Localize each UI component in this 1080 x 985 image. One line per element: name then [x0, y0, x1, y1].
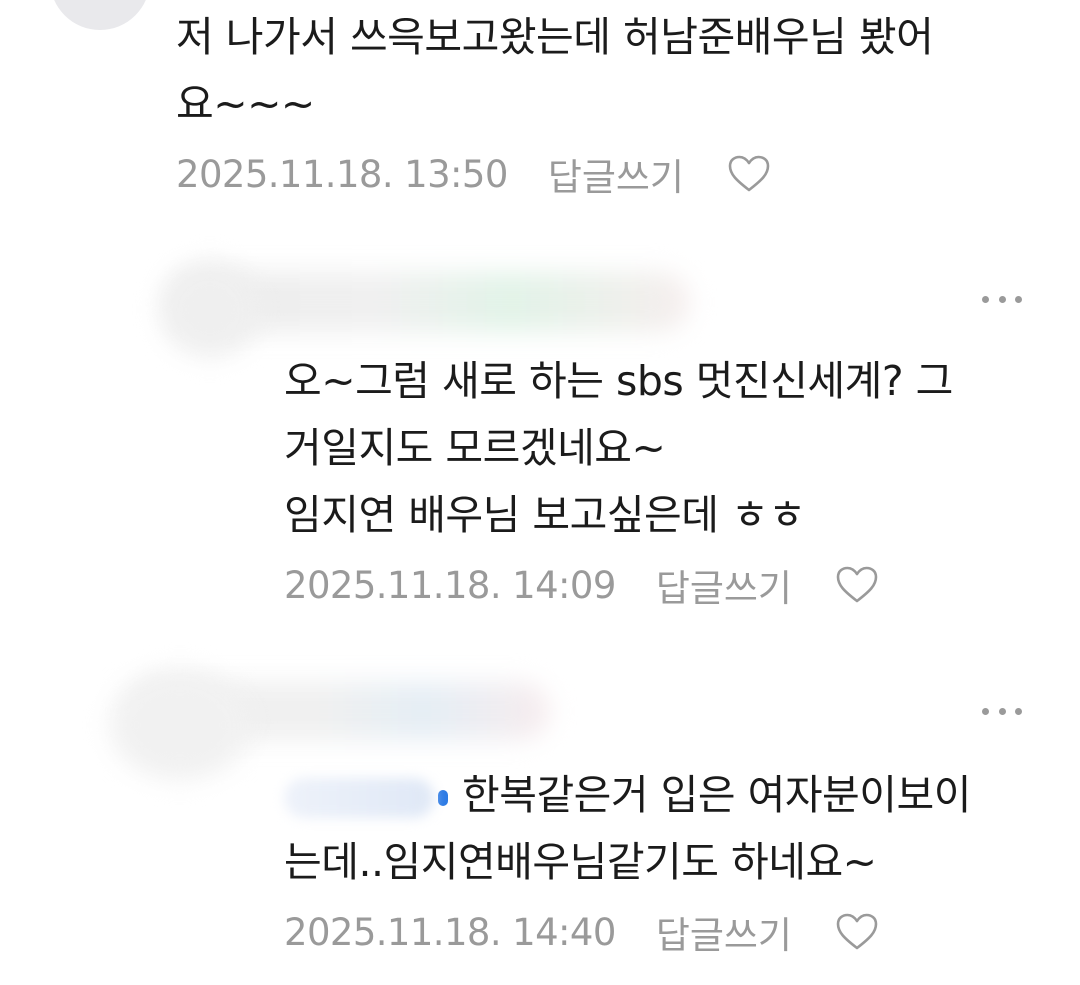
blurred-avatar [160, 262, 260, 357]
comment-meta: 2025.11.18. 14:40 답글쓰기 [284, 904, 1044, 960]
comment-text: 한복같은거 입은 여자분이보이 는데..임지연배우님같기도 하네요~ [284, 762, 1044, 896]
comment-line: 한복같은거 입은 여자분이보이 [462, 771, 971, 819]
comment-item: 오~그럼 새로 하는 sbs 멋진신세계? 그 거일지도 모르겠네요~ 임지연 … [284, 348, 1044, 613]
avatar[interactable] [50, 0, 150, 30]
comment-line: 임지연 배우님 보고싶은데 ㅎㅎ [284, 491, 806, 539]
comment-item: 한복같은거 입은 여자분이보이 는데..임지연배우님같기도 하네요~ 2025.… [284, 762, 1044, 960]
comment-meta: 2025.11.18. 13:50 답글쓰기 [176, 146, 1036, 202]
comment-text: 저 나가서 쓰윽보고왔는데 허남준배우님 봤어 요~~~ [176, 4, 1036, 138]
mention-dot [438, 790, 448, 806]
reply-button[interactable]: 답글쓰기 [656, 558, 792, 612]
comment-line: 오~그럼 새로 하는 sbs 멋진신세계? 그 [284, 357, 953, 405]
reply-button[interactable]: 답글쓰기 [656, 905, 792, 959]
more-dots-icon[interactable] [982, 292, 1022, 306]
more-dots-icon[interactable] [982, 704, 1022, 718]
comment-line: 거일지도 모르겠네요~ [284, 424, 666, 472]
comment-date: 2025.11.18. 14:09 [284, 563, 616, 607]
comment-date: 2025.11.18. 13:50 [176, 152, 508, 196]
comment-item: 저 나가서 쓰윽보고왔는데 허남준배우님 봤어 요~~~ 2025.11.18.… [176, 4, 1036, 202]
comment-date: 2025.11.18. 14:40 [284, 910, 616, 954]
comment-meta: 2025.11.18. 14:09 답글쓰기 [284, 557, 1044, 613]
heart-outline-icon[interactable] [836, 566, 878, 604]
reply-button[interactable]: 답글쓰기 [548, 147, 684, 201]
comment-line: 는데..임지연배우님같기도 하네요~ [284, 838, 877, 886]
heart-outline-icon[interactable] [836, 913, 878, 951]
heart-outline-icon[interactable] [728, 155, 770, 193]
comment-text: 오~그럼 새로 하는 sbs 멋진신세계? 그 거일지도 모르겠네요~ 임지연 … [284, 348, 1044, 549]
blurred-avatar [110, 670, 250, 780]
blurred-mention [284, 778, 434, 818]
comment-line: 요~~~ [176, 80, 315, 128]
comment-line: 저 나가서 쓰윽보고왔는데 허남준배우님 봤어 [176, 13, 934, 61]
